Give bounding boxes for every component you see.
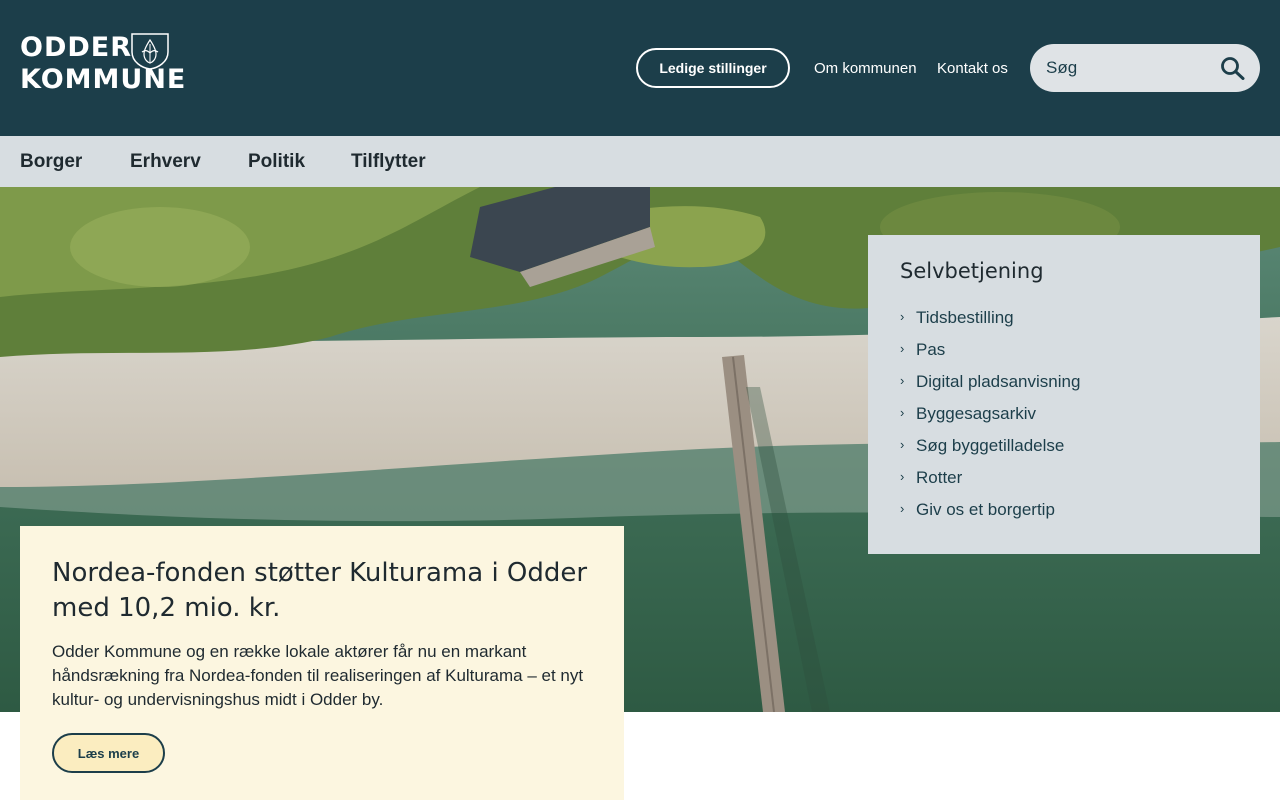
chevron-right-icon: › [900, 404, 905, 420]
search-box [1030, 44, 1260, 92]
chevron-right-icon: › [900, 372, 905, 388]
self-service-link-borgertip[interactable]: › Giv os et borgertip [900, 494, 1080, 526]
search-icon[interactable] [1220, 56, 1246, 80]
jobs-button[interactable]: Ledige stillinger [636, 48, 790, 88]
self-service-link-rotter[interactable]: › Rotter [900, 462, 1080, 494]
self-service-link-byggesagsarkiv[interactable]: › Byggesagsarkiv [900, 398, 1080, 430]
nav-item-politik[interactable]: Politik [248, 136, 305, 187]
self-service-label: Byggesagsarkiv [916, 404, 1037, 423]
self-service-list: › Tidsbestilling › Pas › Digital pladsanvis… [900, 302, 1080, 526]
odder-kommune-logo[interactable]: ODDER KOMMUNE [20, 32, 185, 100]
self-service-label: Giv os et borgertip [916, 500, 1055, 519]
main-nav: Borger Erhverv Politik Tilflytter [0, 136, 1280, 187]
chevron-right-icon: › [900, 500, 905, 516]
self-service-label: Rotter [916, 468, 963, 487]
self-service-label: Søg byggetilladelse [916, 436, 1065, 455]
chevron-right-icon: › [900, 436, 905, 452]
chevron-right-icon: › [900, 468, 905, 484]
nav-item-borger[interactable]: Borger [20, 136, 82, 187]
news-title: Nordea-fonden støtter Kulturama i Odder … [52, 558, 588, 623]
self-service-label: Tidsbestilling [916, 308, 1014, 327]
search-input[interactable] [1046, 44, 1216, 92]
self-service-panel: Selvbetjening › Tidsbestilling › Pas › Digi… [868, 235, 1260, 554]
nav-item-erhverv[interactable]: Erhverv [130, 136, 201, 187]
read-more-button[interactable]: Læs mere [52, 733, 165, 773]
nav-item-tilflytter[interactable]: Tilflytter [351, 136, 426, 187]
site-header: ODDER KOMMUNE Ledige stillinger Om kommu… [0, 0, 1280, 136]
self-service-link-sog-byggetilladelse[interactable]: › Søg byggetilladelse [900, 430, 1080, 462]
chevron-right-icon: › [900, 340, 905, 356]
news-body: Odder Kommune og en række lokale aktører… [52, 642, 584, 709]
self-service-link-digital-pladsanvisning[interactable]: › Digital pladsanvisning [900, 366, 1080, 398]
chevron-right-icon: › [900, 308, 905, 324]
news-card: Nordea-fonden støtter Kulturama i Odder … [20, 526, 624, 800]
contact-link[interactable]: Kontakt os [937, 60, 1008, 78]
about-municipality-link[interactable]: Om kommunen [814, 60, 917, 78]
self-service-link-pas[interactable]: › Pas [900, 334, 1080, 366]
crest-icon [131, 33, 169, 70]
self-service-label: Digital pladsanvisning [916, 372, 1081, 391]
self-service-title: Selvbetjening [900, 259, 1044, 283]
self-service-link-tidsbestilling[interactable]: › Tidsbestilling [900, 302, 1080, 334]
self-service-label: Pas [916, 340, 946, 359]
